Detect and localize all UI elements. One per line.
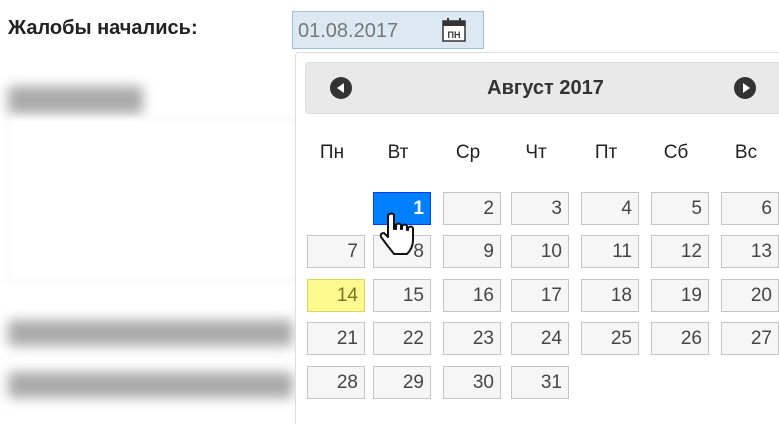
day-cell[interactable]: 31 — [511, 366, 569, 399]
weekday-header: Ср — [455, 142, 481, 163]
complaint-start-date-input[interactable] — [298, 18, 438, 44]
day-cell[interactable]: 4 — [581, 192, 639, 225]
day-cell[interactable]: 21 — [307, 322, 365, 355]
blurred-heading — [8, 86, 143, 114]
day-cell[interactable]: 10 — [511, 235, 569, 268]
day-cell[interactable]: 29 — [373, 366, 431, 399]
day-cell[interactable]: 15 — [373, 279, 431, 312]
next-month-icon[interactable] — [734, 77, 756, 99]
month-year-title: Август 2017 — [487, 77, 604, 99]
weekday-header: Вс — [734, 142, 758, 163]
hand-pointer-icon — [379, 212, 414, 255]
day-cell[interactable]: 23 — [443, 322, 501, 355]
day-cell[interactable]: 20 — [721, 279, 779, 312]
day-cell[interactable]: 13 — [721, 235, 779, 268]
day-cell[interactable]: 3 — [511, 192, 569, 225]
complaint-start-label: Жалобы начались: — [8, 17, 198, 39]
day-cell[interactable]: 18 — [581, 279, 639, 312]
day-cell[interactable]: 9 — [443, 235, 501, 268]
day-cell[interactable]: 12 — [651, 235, 709, 268]
datepicker-popup: Август 2017 Пн Вт Ср Чт Пт Сб Вс 1 2 3 4 5 6 7 8 9 10 11… — [295, 52, 779, 424]
day-cell[interactable]: 6 — [721, 192, 779, 225]
day-cell[interactable]: 14 — [307, 279, 365, 312]
day-cell[interactable]: 17 — [511, 279, 569, 312]
day-cell[interactable]: 30 — [443, 366, 501, 399]
weekday-header: Сб — [663, 142, 689, 163]
day-cell[interactable]: 26 — [651, 322, 709, 355]
day-cell[interactable]: 2 — [443, 192, 501, 225]
day-cell[interactable]: 11 — [581, 235, 639, 268]
weekday-header: Пн — [319, 142, 345, 163]
day-cell[interactable]: 16 — [443, 279, 501, 312]
day-cell[interactable]: 19 — [651, 279, 709, 312]
weekday-header: Пт — [594, 142, 618, 163]
blurred-text-line — [8, 320, 293, 346]
day-cell[interactable]: 7 — [307, 235, 365, 268]
day-cell[interactable]: 25 — [581, 322, 639, 355]
datepicker-header: Август 2017 — [305, 62, 779, 114]
blurred-text-line — [8, 372, 293, 398]
day-cell[interactable]: 5 — [651, 192, 709, 225]
day-cell[interactable]: 28 — [307, 366, 365, 399]
date-input-container[interactable]: ПН — [292, 11, 484, 49]
weekday-header: Чт — [525, 142, 547, 163]
day-cell[interactable]: 24 — [511, 322, 569, 355]
blurred-panel — [8, 118, 310, 282]
calendar-icon-text: ПН — [448, 30, 461, 40]
day-cell[interactable]: 27 — [721, 322, 779, 355]
calendar-icon[interactable]: ПН — [441, 17, 467, 43]
day-cell[interactable]: 22 — [373, 322, 431, 355]
weekday-header: Вт — [387, 142, 409, 163]
